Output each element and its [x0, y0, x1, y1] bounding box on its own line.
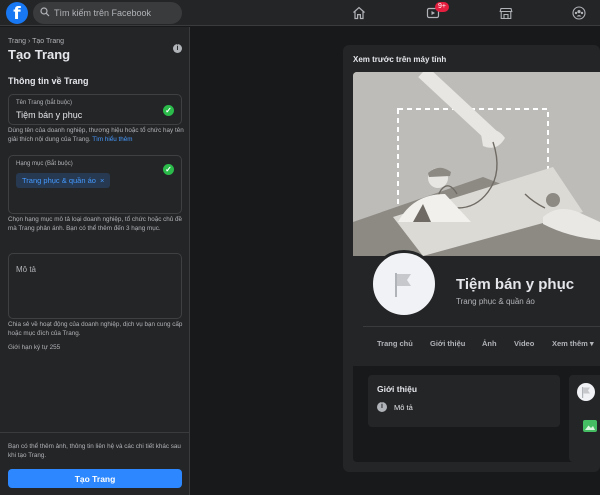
- marketplace-icon[interactable]: [497, 4, 515, 22]
- home-icon[interactable]: [350, 4, 368, 22]
- page-avatar: [370, 250, 438, 318]
- category-field[interactable]: Hạng mục (Bắt buộc) Trang phục & quần áo…: [8, 155, 182, 214]
- about-card: Giới thiệu i Mô tả: [368, 375, 560, 427]
- page-name-help: Dùng tên của doanh nghiệp, thương hiệu h…: [8, 127, 184, 143]
- tab-more[interactable]: Xem thêm ▾: [552, 339, 594, 348]
- search-icon: [40, 7, 50, 17]
- profile-header: Tiệm bán y phục Trang phục & quần áo Tra…: [353, 250, 600, 366]
- cover-illustration: [353, 72, 600, 256]
- about-title: Giới thiệu: [377, 384, 418, 394]
- description-field[interactable]: Mô tả: [8, 253, 182, 319]
- tab-photos[interactable]: Ảnh: [482, 339, 497, 348]
- tab-home[interactable]: Trang chủ: [377, 339, 413, 348]
- divider: [0, 432, 190, 433]
- character-limit: Giới hạn ký tự 255: [8, 344, 61, 351]
- category-label: Hạng mục (Bắt buộc): [16, 161, 73, 167]
- check-icon: ✓: [163, 105, 174, 116]
- page-name-value[interactable]: Tiệm bán y phục: [16, 110, 82, 120]
- remove-chip-icon[interactable]: ×: [100, 176, 104, 185]
- learn-more-link[interactable]: Tìm hiểu thêm: [92, 136, 132, 143]
- page-name-field[interactable]: Tên Trang (bắt buộc) Tiệm bán y phục ✓: [8, 94, 182, 125]
- preview-page-category: Trang phục & quần áo: [456, 297, 535, 306]
- flag-icon: [395, 273, 411, 297]
- preview-page-name: Tiệm bán y phục: [456, 276, 575, 293]
- info-icon: i: [377, 402, 387, 412]
- tab-videos[interactable]: Video: [514, 339, 534, 348]
- top-navigation-bar: f 9+: [0, 0, 600, 26]
- description-placeholder[interactable]: Mô tả: [16, 265, 36, 274]
- check-icon: ✓: [163, 164, 174, 175]
- watch-notification-badge: 9+: [435, 2, 449, 12]
- about-description-row: i Mô tả: [377, 402, 413, 412]
- tab-about[interactable]: Giới thiệu: [430, 339, 465, 348]
- search-input[interactable]: [54, 6, 176, 20]
- category-help: Chọn hạng mục mô tả loại doanh nghiệp, t…: [8, 216, 182, 232]
- create-page-form-panel: Trang › Tạo Trang Tạo Trang i Thông tin …: [0, 27, 190, 495]
- description-help: Chia sẻ về hoạt động của doanh nghiệp, d…: [8, 321, 183, 337]
- tabs-divider: [363, 326, 600, 327]
- desktop-preview-panel: Xem trước trên máy tính Tiệm bán y phục …: [343, 45, 600, 472]
- page-title: Tạo Trang: [8, 47, 71, 62]
- page-name-label: Tên Trang (bắt buộc): [16, 100, 73, 106]
- preview-label: Xem trước trên máy tính: [353, 55, 447, 64]
- groups-icon[interactable]: [570, 4, 588, 22]
- preview-page: Tiệm bán y phục Trang phục & quần áo Tra…: [353, 72, 600, 462]
- footer-note: Bạn có thể thêm ảnh, thông tin liên hệ v…: [8, 443, 181, 459]
- section-title: Thông tin về Trang: [8, 76, 89, 86]
- photo-icon[interactable]: [583, 420, 597, 432]
- info-icon[interactable]: i: [173, 44, 182, 53]
- create-page-button[interactable]: Tạo Trang: [8, 469, 182, 488]
- avatar-flag-icon: [577, 383, 595, 401]
- breadcrumb[interactable]: Trang › Tạo Trang: [8, 38, 64, 45]
- category-chip[interactable]: Trang phục & quần áo ×: [16, 173, 111, 188]
- post-composer-card: [569, 375, 600, 462]
- search-box[interactable]: [33, 2, 182, 24]
- facebook-logo[interactable]: f: [6, 2, 28, 24]
